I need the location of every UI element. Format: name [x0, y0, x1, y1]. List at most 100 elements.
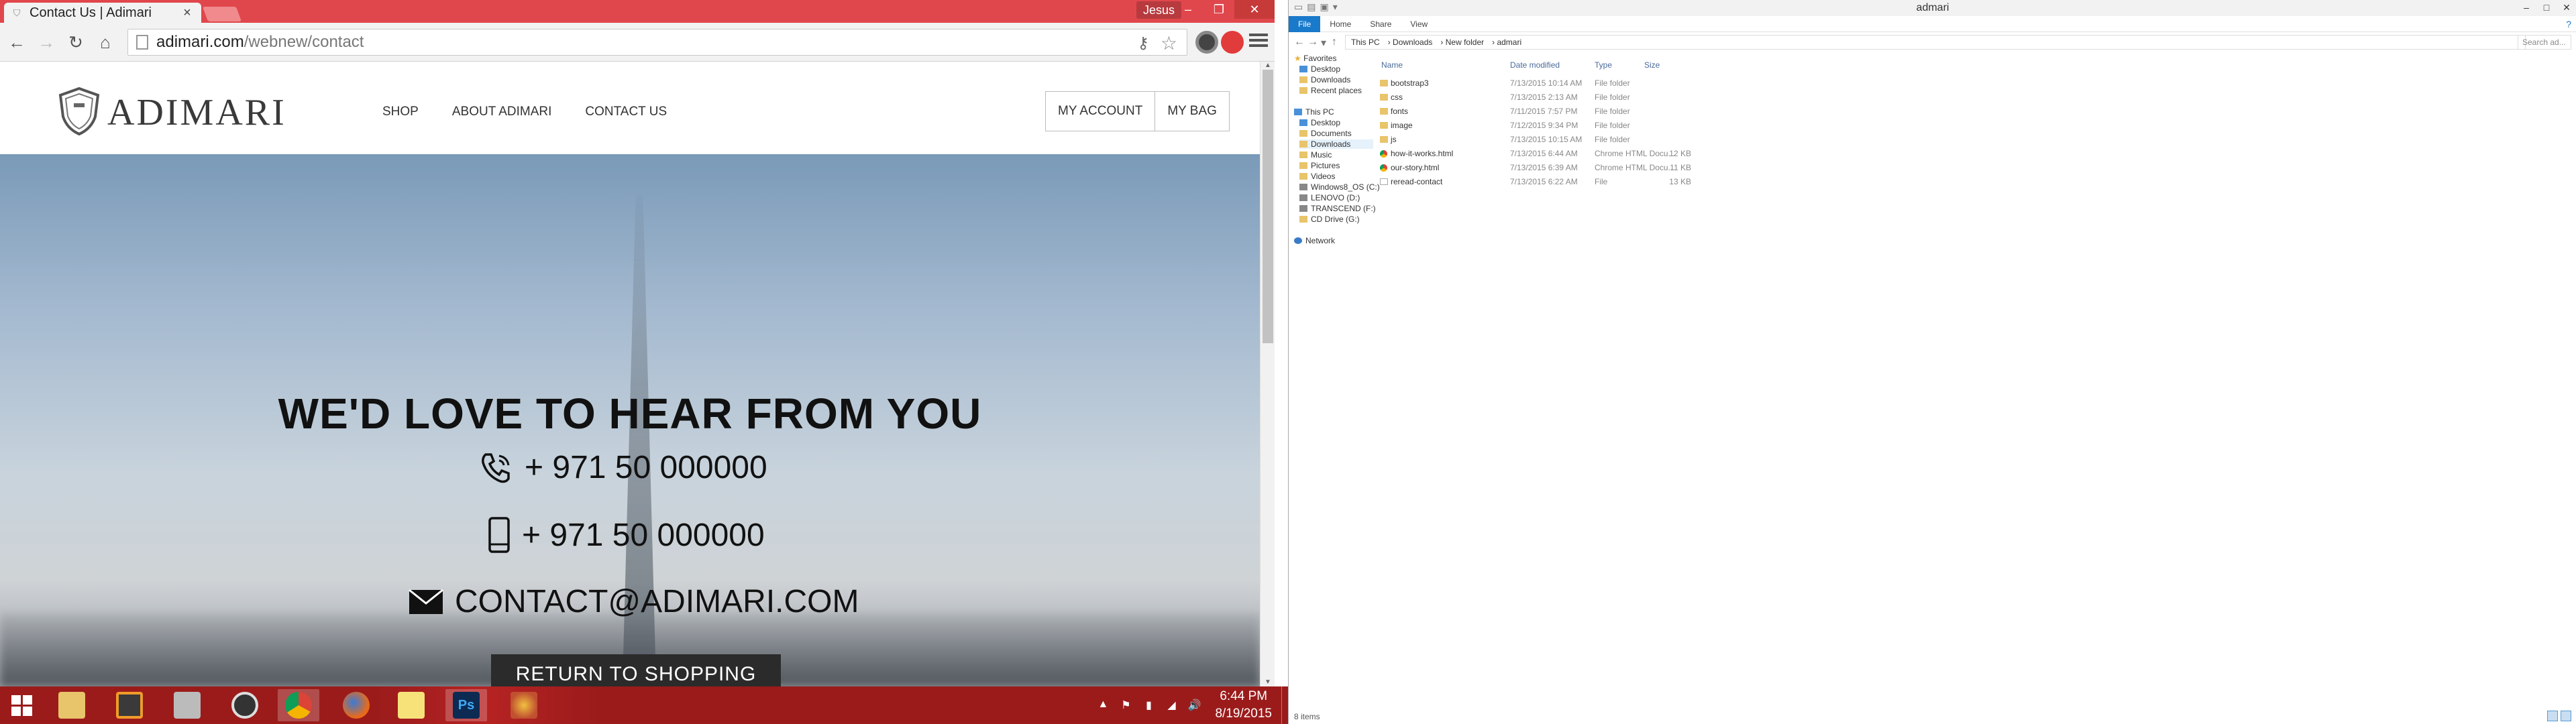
sublime-text-taskbar-icon[interactable] [109, 689, 150, 721]
file-row[interactable]: image 7/12/2015 9:34 PM File folder [1376, 119, 2047, 132]
return-to-shopping-button[interactable]: RETURN TO SHOPPING [491, 654, 781, 686]
nav-fav-desktop[interactable]: Desktop [1299, 64, 1340, 74]
nav-drive-c[interactable]: Windows8_OS (C:) [1299, 182, 1380, 192]
file-row[interactable]: bootstrap3 7/13/2015 10:14 AM File folder [1376, 76, 2047, 90]
file-row[interactable]: how-it-works.html 7/13/2015 6:44 AM Chrome… [1376, 147, 2047, 160]
page-scrollbar[interactable]: ▲ ▼ [1260, 62, 1275, 686]
chrome-taskbar-icon[interactable] [278, 689, 319, 721]
large-icons-view-icon[interactable] [2561, 711, 2571, 721]
explorer-forward-icon[interactable]: → [1307, 36, 1318, 48]
close-icon[interactable]: ✕ [1234, 0, 1275, 19]
file-row[interactable]: our-story.html 7/13/2015 6:39 AM Chrome HT… [1376, 161, 2047, 174]
details-view-icon[interactable] [2547, 711, 2558, 721]
scroll-down-arrow-icon[interactable]: ▼ [1260, 678, 1275, 686]
email-address[interactable]: CONTACT@ADIMARI.COM [455, 583, 859, 620]
back-arrow-icon[interactable]: ← [5, 31, 28, 54]
mobile-number[interactable]: + 971 50 000000 [522, 517, 765, 554]
new-tab-button[interactable] [202, 7, 242, 21]
address-bar[interactable]: adimari.com/webnew/contact ⚷ ☆ [127, 29, 1187, 56]
nav-network[interactable]: Network [1294, 236, 1335, 245]
nav-this-pc[interactable]: This PC [1294, 107, 1334, 117]
nav-pc-desktop[interactable]: Desktop [1299, 118, 1340, 127]
column-header-name[interactable]: Name [1381, 60, 1403, 70]
paint-taskbar-icon[interactable] [503, 689, 545, 721]
ribbon-tab-file[interactable]: File [1289, 16, 1321, 32]
my-account-button[interactable]: MY ACCOUNT [1046, 92, 1155, 131]
nav-shop[interactable]: SHOP [382, 105, 419, 119]
explorer-search-input[interactable]: Search ad... [2518, 35, 2571, 50]
tab-close-icon[interactable]: × [180, 5, 195, 21]
explorer-close-icon[interactable]: ✕ [2557, 0, 2576, 15]
firefox-taskbar-icon[interactable] [335, 689, 377, 721]
file-date-modified: 7/11/2015 7:57 PM [1510, 107, 1578, 116]
nav-pc-downloads[interactable]: Downloads [1299, 139, 1373, 149]
action-center-flag-icon[interactable]: ⚑ [1118, 699, 1133, 712]
nav-drive-g[interactable]: CD Drive (G:) [1299, 215, 1360, 224]
file-name: bootstrap3 [1391, 78, 1429, 88]
wifi-signal-icon[interactable]: ◢ [1164, 699, 1179, 712]
nav-fav-recent[interactable]: Recent places [1299, 86, 1362, 95]
file-date-modified: 7/13/2015 6:39 AM [1510, 163, 1578, 172]
nav-contact[interactable]: CONTACT US [585, 105, 667, 119]
explorer-back-icon[interactable]: ← [1294, 36, 1305, 48]
photoshop-taskbar-icon[interactable]: Ps [445, 689, 487, 721]
scroll-thumb[interactable] [1263, 70, 1273, 343]
column-header-size[interactable]: Size [1644, 60, 1660, 70]
explorer-up-icon[interactable]: ↑ [1332, 36, 1337, 48]
extension-red-icon[interactable] [1221, 31, 1244, 54]
file-row[interactable]: css 7/13/2015 2:13 AM File folder [1376, 90, 2047, 104]
site-logo[interactable]: ADIMARI [107, 91, 286, 134]
breadcrumb-item[interactable]: This PC [1351, 38, 1380, 47]
file-row[interactable]: fonts 7/11/2015 7:57 PM File folder [1376, 105, 2047, 118]
browser-window-controls: – ❐ ✕ [1173, 0, 1275, 19]
forward-arrow-icon[interactable]: → [35, 31, 58, 54]
breadcrumb-item[interactable]: Downloads [1393, 38, 1432, 47]
clock-app-taskbar-icon[interactable] [224, 689, 266, 721]
phone-number[interactable]: + 971 50 000000 [525, 449, 767, 486]
minimize-icon[interactable]: – [1173, 0, 1203, 19]
file-row[interactable]: js 7/13/2015 10:15 AM File folder [1376, 133, 2047, 146]
restore-icon[interactable]: ❐ [1203, 0, 1234, 19]
column-header-type[interactable]: Type [1595, 60, 1612, 70]
taskbar-clock[interactable]: 6:44 PM 8/19/2015 [1215, 688, 1272, 723]
sticky-notes-taskbar-icon[interactable] [390, 689, 432, 721]
explorer-breadcrumb[interactable]: This PC › Downloads › New folder › admari [1345, 35, 2526, 50]
browser-tab-active[interactable]: ⛉ Contact Us | Adimari × [4, 3, 201, 23]
windows-start-icon[interactable] [0, 686, 43, 724]
file-explorer-taskbar-icon[interactable] [51, 689, 93, 721]
help-icon[interactable]: ? [2566, 19, 2571, 29]
breadcrumb-item[interactable]: New folder [1446, 38, 1484, 47]
nav-favorites[interactable]: ★ Favorites [1294, 54, 1336, 63]
home-icon[interactable]: ⌂ [94, 31, 117, 54]
extension-icon[interactable] [1195, 31, 1218, 54]
ribbon-tab-share[interactable]: Share [1360, 16, 1401, 32]
nav-drive-f[interactable]: TRANSCEND (F:) [1299, 204, 1376, 213]
nav-pc-music[interactable]: Music [1299, 150, 1332, 160]
nav-pc-pictures[interactable]: Pictures [1299, 161, 1340, 170]
explorer-titlebar: ▭ ▤ ▣ ▾ admari – □ ✕ [1289, 0, 2576, 16]
nav-pc-documents[interactable]: Documents [1299, 129, 1352, 138]
bookmark-star-icon[interactable]: ☆ [1161, 32, 1177, 54]
show-desktop-button[interactable] [1281, 686, 1288, 724]
settings-taskbar-icon[interactable] [166, 689, 208, 721]
breadcrumb-item[interactable]: admari [1497, 38, 1521, 47]
scroll-up-arrow-icon[interactable]: ▲ [1260, 62, 1275, 70]
tray-overflow-icon[interactable]: ▲ [1095, 699, 1110, 712]
ribbon-tab-view[interactable]: View [1401, 16, 1437, 32]
nav-fav-downloads[interactable]: Downloads [1299, 75, 1350, 84]
explorer-maximize-icon[interactable]: □ [2536, 0, 2557, 15]
volume-icon[interactable]: 🔊 [1187, 699, 1201, 712]
explorer-minimize-icon[interactable]: – [2516, 0, 2536, 15]
key-icon[interactable]: ⚷ [1137, 34, 1149, 53]
file-row[interactable]: reread-contact 7/13/2015 6:22 AM File 13 KB [1376, 175, 2047, 188]
battery-icon[interactable]: ▮ [1141, 699, 1156, 712]
nav-about[interactable]: ABOUT ADIMARI [452, 105, 552, 119]
explorer-recent-icon[interactable]: ▾ [1321, 36, 1326, 50]
column-header-date[interactable]: Date modified [1510, 60, 1560, 70]
hamburger-menu-icon[interactable] [1249, 31, 1268, 51]
reload-icon[interactable]: ↻ [64, 31, 87, 54]
ribbon-tab-home[interactable]: Home [1320, 16, 1360, 32]
my-bag-button[interactable]: MY BAG [1155, 92, 1229, 131]
nav-pc-videos[interactable]: Videos [1299, 172, 1335, 181]
nav-drive-d[interactable]: LENOVO (D:) [1299, 193, 1360, 202]
